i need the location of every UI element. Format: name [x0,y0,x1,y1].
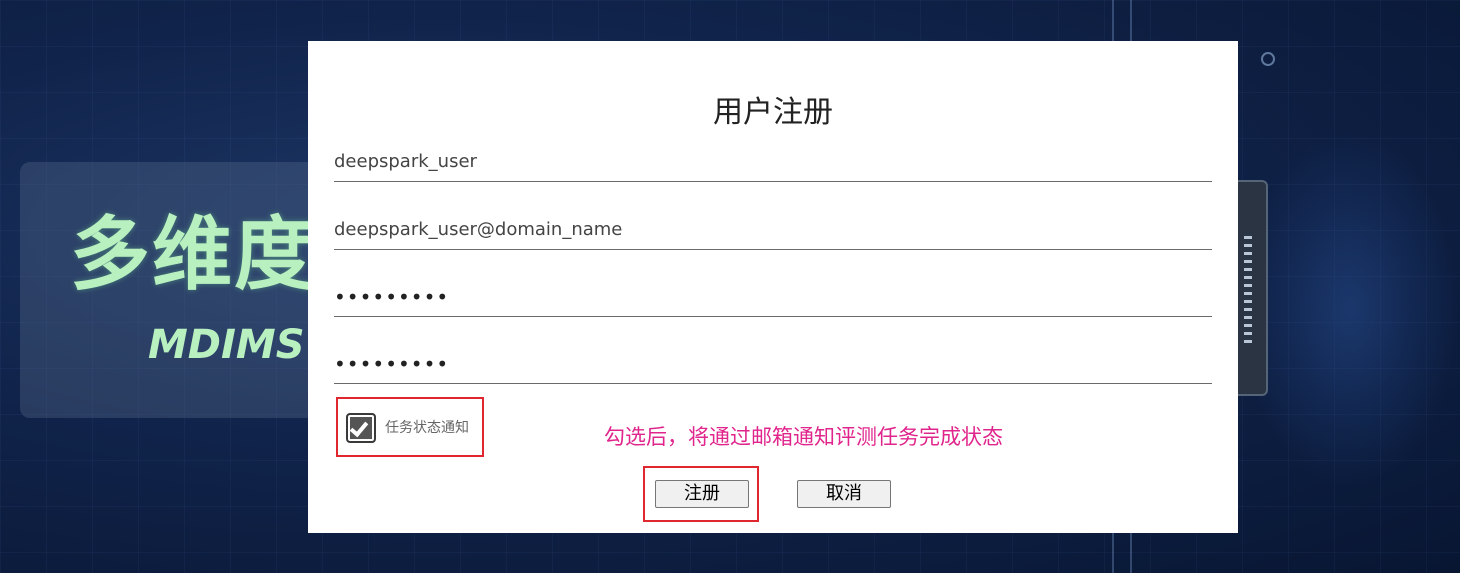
notify-highlight-box: 任务状态通知 [336,397,484,457]
register-button[interactable]: 注册 [655,480,749,508]
background-glow [1240,130,1460,490]
confirm-password-input[interactable] [334,344,1212,384]
password-input[interactable] [334,277,1212,317]
cancel-button[interactable]: 取消 [797,480,891,508]
notify-checkbox[interactable] [346,413,376,443]
checkmark-icon [349,417,369,438]
chip-pins [1244,236,1252,346]
circuit-dot [1261,52,1275,66]
register-dialog: 用户注册 任务状态通知 勾选后，将通过邮箱通知评测任务完成状态 注册 取消 [308,41,1238,533]
email-input[interactable] [334,210,1212,250]
notify-checkbox-label[interactable]: 任务状态通知 [385,417,469,437]
notify-hint-text: 勾选后，将通过邮箱通知评测任务完成状态 [604,425,1003,449]
username-input[interactable] [334,142,1212,182]
dialog-title: 用户注册 [713,95,833,130]
